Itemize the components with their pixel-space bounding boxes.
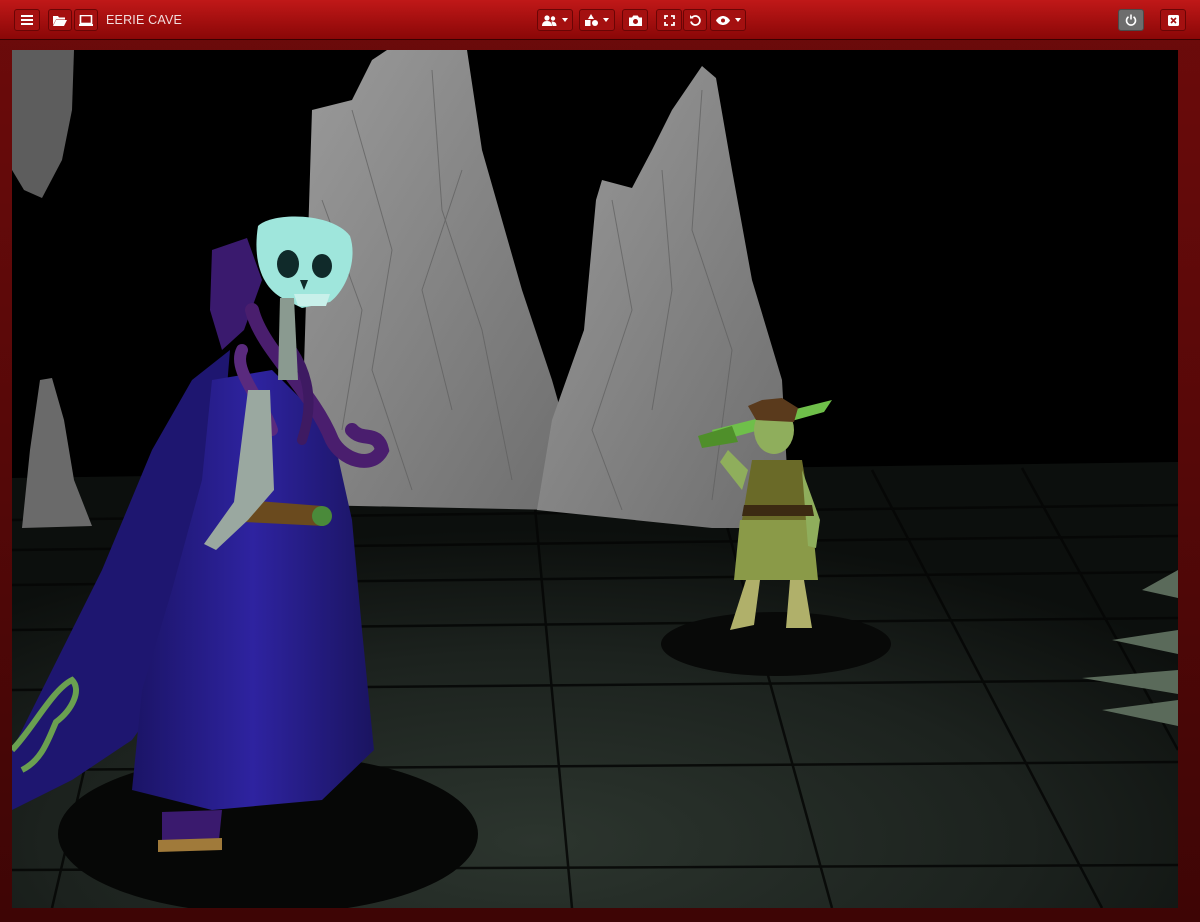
close-button[interactable] xyxy=(1160,9,1186,31)
screenshot-button[interactable] xyxy=(622,9,648,31)
monitor-button[interactable] xyxy=(74,9,98,31)
goblin-base xyxy=(661,612,891,676)
close-icon xyxy=(1167,14,1179,26)
menu-button[interactable] xyxy=(14,9,40,31)
power-button[interactable] xyxy=(1118,9,1144,31)
stalactite-left xyxy=(12,50,74,198)
users-icon xyxy=(542,14,557,26)
rock-spire-right xyxy=(537,66,787,528)
shapes-dropdown[interactable] xyxy=(579,9,615,31)
chevron-down-icon xyxy=(603,18,609,22)
chevron-down-icon xyxy=(562,18,568,22)
expand-icon xyxy=(663,14,675,26)
visibility-dropdown[interactable] xyxy=(710,9,746,31)
open-folder-button[interactable] xyxy=(48,9,72,31)
shapes-icon xyxy=(585,14,598,26)
hamburger-icon xyxy=(21,15,33,25)
folder-open-icon xyxy=(53,15,67,26)
stalagmite-left xyxy=(22,378,92,528)
characters-dropdown[interactable] xyxy=(537,9,573,31)
3d-viewport[interactable] xyxy=(12,50,1178,908)
camera-icon xyxy=(628,15,642,26)
reset-view-button[interactable] xyxy=(683,9,707,31)
fullscreen-button[interactable] xyxy=(656,9,682,31)
eye-icon xyxy=(715,15,730,25)
scene-title: EERIE CAVE xyxy=(106,13,183,27)
undo-icon xyxy=(690,15,701,26)
monitor-icon xyxy=(79,14,93,26)
power-icon xyxy=(1125,14,1137,26)
scene-canvas xyxy=(12,50,1178,908)
top-toolbar: EERIE CAVE xyxy=(0,0,1200,40)
chevron-down-icon xyxy=(734,18,741,22)
